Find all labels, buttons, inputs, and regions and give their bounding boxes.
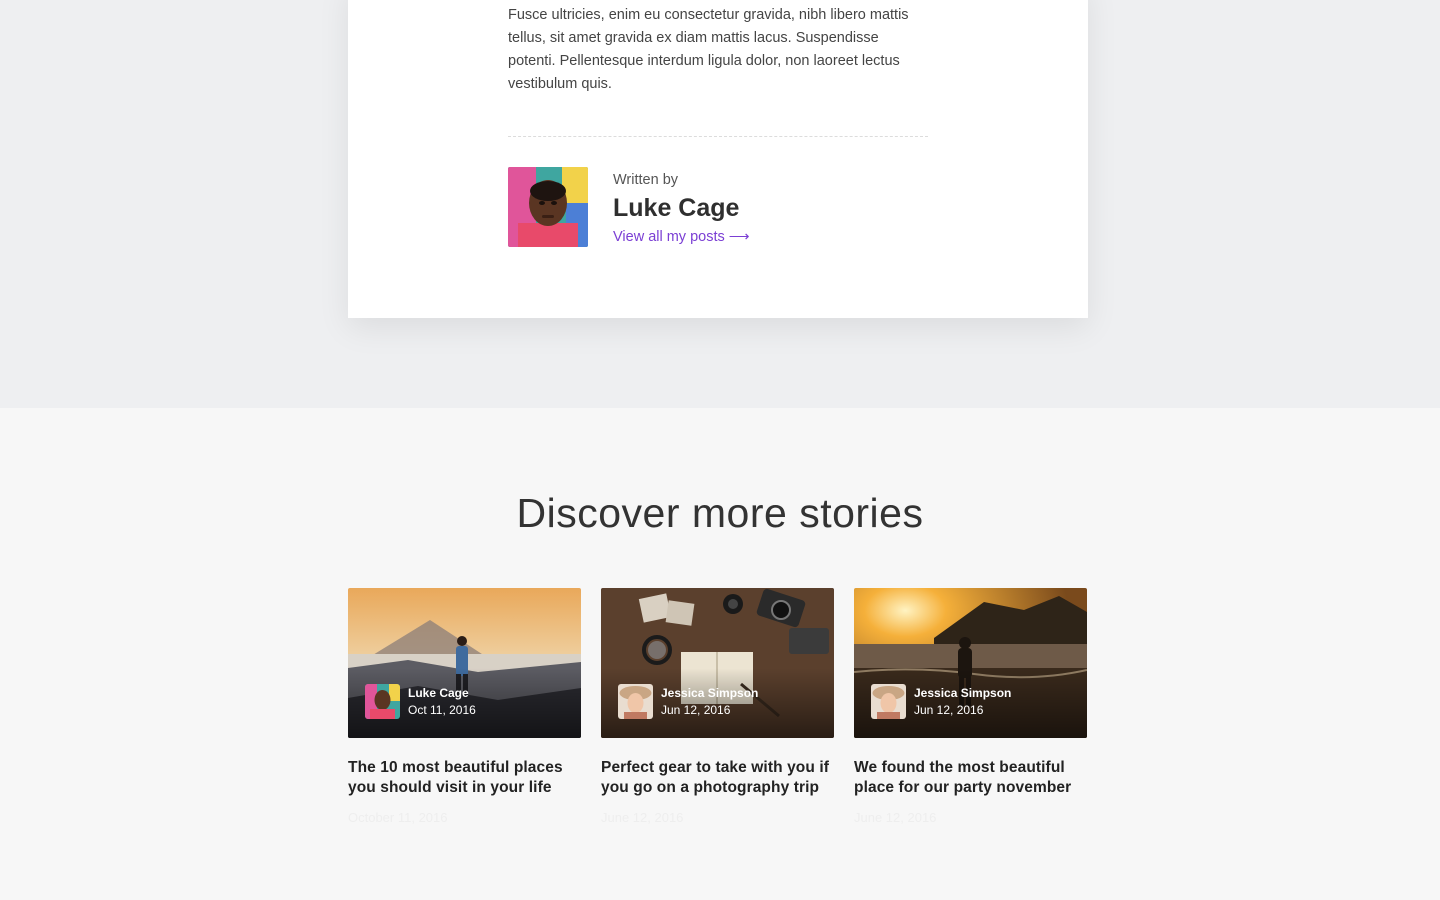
story-date: October 11, 2016 [348, 810, 448, 825]
story-title[interactable]: Perfect gear to take with you if you go … [601, 758, 834, 798]
story-card[interactable]: Jessica Simpson Jun 12, 2016 Perfect gea… [601, 588, 834, 828]
thumbnail-author-name: Jessica Simpson [661, 685, 759, 700]
written-by-label: Written by [613, 172, 679, 188]
avatar [871, 684, 906, 719]
story-title[interactable]: We found the most beautiful place for ou… [854, 758, 1087, 798]
article-card: Fusce ultricies, enim eu consectetur gra… [348, 0, 1088, 318]
story-thumbnail[interactable]: Jessica Simpson Jun 12, 2016 [601, 588, 834, 738]
divider [508, 136, 928, 137]
story-thumbnail[interactable]: Luke Cage Oct 11, 2016 [348, 588, 581, 738]
thumbnail-date: Oct 11, 2016 [408, 702, 476, 717]
avatar [618, 684, 653, 719]
story-date: June 12, 2016 [854, 810, 937, 825]
avatar [365, 684, 400, 719]
story-card[interactable]: Luke Cage Oct 11, 2016 The 10 most beaut… [348, 588, 581, 828]
thumbnail-date: Jun 12, 2016 [661, 702, 731, 717]
thumbnail-author: Jessica Simpson Jun 12, 2016 [871, 684, 1011, 719]
thumbnail-author-name: Jessica Simpson [914, 685, 1012, 700]
story-thumbnail[interactable]: Jessica Simpson Jun 12, 2016 [854, 588, 1087, 738]
story-card[interactable]: Jessica Simpson Jun 12, 2016 We found th… [854, 588, 1087, 828]
author-meta: Written by Luke Cage View all my posts ⟶ [613, 171, 750, 247]
thumbnail-author: Luke Cage Oct 11, 2016 [365, 684, 476, 719]
story-title[interactable]: The 10 most beautiful places you should … [348, 758, 581, 798]
view-all-posts-link[interactable]: View all my posts ⟶ [613, 227, 750, 247]
author-avatar[interactable] [508, 167, 588, 247]
article-paragraph: Fusce ultricies, enim eu consectetur gra… [508, 7, 909, 92]
discover-title: Discover more stories [516, 490, 924, 536]
thumbnail-date: Jun 12, 2016 [914, 702, 984, 717]
thumbnail-author: Jessica Simpson Jun 12, 2016 [618, 684, 758, 719]
author-name: Luke Cage [613, 194, 740, 222]
article-section: Fusce ultricies, enim eu consectetur gra… [0, 0, 1440, 408]
thumbnail-author-name: Luke Cage [408, 685, 469, 700]
story-date: June 12, 2016 [601, 810, 684, 825]
